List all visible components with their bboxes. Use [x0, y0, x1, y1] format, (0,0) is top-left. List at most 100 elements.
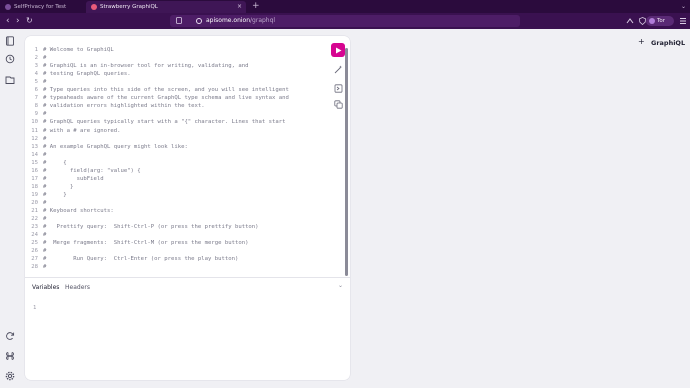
- line-text: #: [43, 199, 47, 206]
- line-text: #: [43, 216, 47, 223]
- code-line: 26 #: [25, 247, 321, 255]
- favicon-icon: [5, 4, 11, 10]
- onion-icon: [196, 18, 202, 24]
- merge-fragments-icon[interactable]: [334, 84, 343, 93]
- line-text: # }: [43, 191, 67, 198]
- line-number: 19: [31, 191, 38, 198]
- code-line: 13 # An example GraphQL query might look …: [25, 143, 321, 151]
- line-number: 20: [31, 199, 38, 206]
- code-line: 17 # subField: [25, 175, 321, 183]
- explorer-icon[interactable]: [5, 75, 15, 85]
- line-number: 21: [31, 208, 38, 214]
- extensions-icon[interactable]: [626, 13, 634, 31]
- code-line: 15 # {: [25, 159, 321, 167]
- query-editor-card: 1 # Welcome to GraphiQL 2 #3 # GraphiQL is a…: [25, 36, 350, 380]
- line-number: 17: [31, 175, 38, 182]
- browser-tab-graphiql[interactable]: Strawberry GraphiQL ×: [86, 1, 246, 13]
- forward-button[interactable]: ›: [16, 13, 20, 29]
- code-line: 21 # Keyboard shortcuts:: [25, 207, 321, 215]
- line-number: 3: [34, 63, 38, 70]
- line-number: 10: [31, 119, 38, 126]
- line-number: 11: [31, 127, 38, 134]
- editor-scrollbar[interactable]: [345, 48, 348, 306]
- line-number: 7: [34, 95, 38, 102]
- code-line: 3 # GraphiQL is an in-browser tool for wr…: [25, 62, 321, 70]
- line-number: 25: [31, 240, 38, 247]
- reload-button[interactable]: ↻: [26, 13, 33, 29]
- code-line: 18 # }: [25, 183, 321, 191]
- line-text: # GraphQL queries typically start with a…: [43, 119, 286, 126]
- copy-query-icon[interactable]: [334, 100, 343, 109]
- tab-variables[interactable]: Variables: [32, 283, 59, 293]
- line-number: 12: [31, 135, 38, 142]
- settings-gear-icon[interactable]: [5, 371, 15, 381]
- shield-icon[interactable]: [639, 13, 646, 31]
- code-line: 11 # with a # are ignored.: [25, 127, 321, 135]
- line-number: 2: [34, 55, 38, 62]
- keyboard-shortcuts-icon[interactable]: [5, 351, 15, 361]
- line-text: # validation errors highlighted within t…: [43, 103, 205, 110]
- line-number: 26: [31, 248, 38, 255]
- prettify-icon[interactable]: [334, 65, 343, 74]
- add-tab-button[interactable]: +: [638, 37, 645, 47]
- line-text: # GraphiQL is an in-browser tool for wri…: [43, 63, 249, 70]
- code-line: 24 #: [25, 231, 321, 239]
- code-line: 16 # field(arg: "value") {: [25, 167, 321, 175]
- tor-connection-badge[interactable]: Tor: [646, 16, 674, 26]
- code-line: 22 #: [25, 215, 321, 223]
- strawberry-favicon-icon: [91, 4, 97, 10]
- code-line: 2 #: [25, 54, 321, 62]
- line-number: 18: [31, 183, 38, 190]
- graphiql-sidebar: [0, 29, 20, 388]
- tab-list-chevron-icon[interactable]: ⌄: [681, 0, 686, 13]
- code-line: 19 # }: [25, 191, 321, 199]
- refetch-schema-icon[interactable]: [5, 331, 15, 341]
- tor-circuit-icon: [649, 18, 655, 24]
- toggle-editor-tools-chevron-icon[interactable]: ⌄: [338, 282, 343, 289]
- line-number: 24: [31, 232, 38, 239]
- line-text: # Type queries into this side of the scr…: [43, 87, 289, 94]
- back-button[interactable]: ‹: [6, 13, 10, 29]
- line-number: 1: [34, 47, 38, 53]
- line-text: # Keyboard shortcuts:: [43, 208, 114, 214]
- query-editor[interactable]: 1 # Welcome to GraphiQL 2 #3 # GraphiQL is a…: [25, 42, 321, 308]
- line-number: 28: [31, 264, 38, 271]
- new-tab-button[interactable]: +: [252, 0, 260, 13]
- line-number: 4: [34, 71, 38, 78]
- variables-line-number: 1: [33, 305, 37, 311]
- line-text: #: [43, 79, 47, 86]
- tab-label: SelfPrivacy for Test: [14, 4, 67, 10]
- code-line: 28 #: [25, 263, 321, 271]
- code-line: 4 # testing GraphQL queries.: [25, 70, 321, 78]
- code-line: 7 # typeaheads aware of the current Graph…: [25, 94, 321, 102]
- code-line: 10 # GraphQL queries typically start with…: [25, 118, 321, 126]
- menu-icon[interactable]: [680, 13, 686, 31]
- tab-label: Strawberry GraphiQL: [100, 4, 158, 10]
- url-text[interactable]: apisome.onion/graphql: [206, 15, 275, 27]
- editor-tools-divider: [25, 277, 350, 278]
- code-line: 9 #: [25, 110, 321, 118]
- code-line: 1 # Welcome to GraphiQL: [25, 46, 321, 54]
- browser-nav-bar: ‹ › ↻ apisome.onion/graphql Tor: [0, 13, 690, 29]
- line-number: 27: [31, 256, 38, 263]
- tab-headers[interactable]: Headers: [65, 283, 90, 293]
- line-text: # subField: [43, 175, 104, 182]
- line-text: #: [43, 135, 47, 142]
- line-text: #: [43, 264, 47, 271]
- run-query-button[interactable]: [331, 43, 345, 57]
- line-number: 16: [31, 167, 38, 174]
- documentation-explorer-icon[interactable]: [5, 36, 15, 46]
- line-text: #: [43, 248, 47, 255]
- url-bar[interactable]: apisome.onion/graphql: [170, 15, 520, 27]
- code-line: 25 # Merge fragments: Shift-Ctrl-M (or pr…: [25, 239, 321, 247]
- line-text: # An example GraphQL query might look li…: [43, 143, 188, 150]
- code-line: 6 # Type queries into this side of the sc…: [25, 86, 321, 94]
- page-info-icon[interactable]: [176, 17, 182, 26]
- editor-scrollbar-thumb[interactable]: [345, 48, 348, 276]
- history-icon[interactable]: [5, 54, 15, 64]
- line-number: 23: [31, 224, 38, 231]
- line-number: 13: [31, 143, 38, 150]
- browser-tab-selfprivacy[interactable]: SelfPrivacy for Test: [0, 1, 82, 13]
- close-tab-icon[interactable]: ×: [237, 1, 242, 13]
- code-line: 5 #: [25, 78, 321, 86]
